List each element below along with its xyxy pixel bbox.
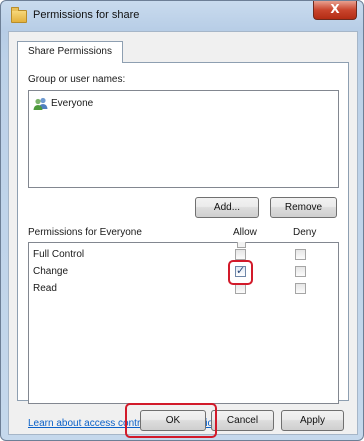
close-button[interactable]: X — [313, 1, 357, 20]
user-name: Everyone — [51, 98, 94, 109]
close-icon: X — [330, 2, 340, 16]
users-icon — [33, 97, 48, 110]
ok-button[interactable]: OK — [140, 410, 206, 431]
permissions-dialog: Permissions for share X Share Permission… — [0, 0, 364, 441]
add-button[interactable]: Add... — [195, 197, 259, 218]
window-title: Permissions for share — [33, 9, 140, 21]
permission-read: Read — [33, 283, 57, 294]
allow-read-checkbox[interactable] — [235, 283, 246, 294]
permission-full-control: Full Control — [33, 249, 85, 260]
folder-icon — [11, 7, 27, 23]
title-bar[interactable]: Permissions for share X — [1, 1, 363, 31]
cancel-button[interactable]: Cancel — [211, 410, 274, 431]
group-user-list[interactable]: Everyone — [28, 90, 339, 188]
deny-read-checkbox[interactable] — [295, 283, 306, 294]
permissions-label: Permissions for Everyone — [28, 227, 142, 238]
group-names-label: Group or user names: — [28, 74, 126, 85]
apply-button[interactable]: Apply — [281, 410, 344, 431]
remove-button[interactable]: Remove — [270, 197, 337, 218]
permission-change: Change — [33, 266, 69, 277]
tab-share-permissions[interactable]: Share Permissions — [17, 41, 123, 63]
deny-full-control-checkbox[interactable] — [295, 249, 306, 260]
checkmark-icon: ✓ — [236, 264, 246, 277]
permissions-list: Full Control Change Read ✓ — [28, 242, 339, 404]
allow-change-checkbox[interactable]: ✓ — [235, 264, 246, 277]
allow-full-control-checkbox[interactable] — [235, 249, 246, 260]
tab-page: Group or user names: Everyone Add... Rem… — [17, 62, 349, 429]
deny-header: Deny — [293, 227, 317, 238]
deny-change-checkbox[interactable] — [295, 266, 306, 277]
dialog-body: Share Permissions Group or user names: E… — [8, 31, 358, 438]
allow-header: Allow — [233, 227, 257, 238]
scroll-arrow-icon[interactable] — [237, 242, 246, 248]
